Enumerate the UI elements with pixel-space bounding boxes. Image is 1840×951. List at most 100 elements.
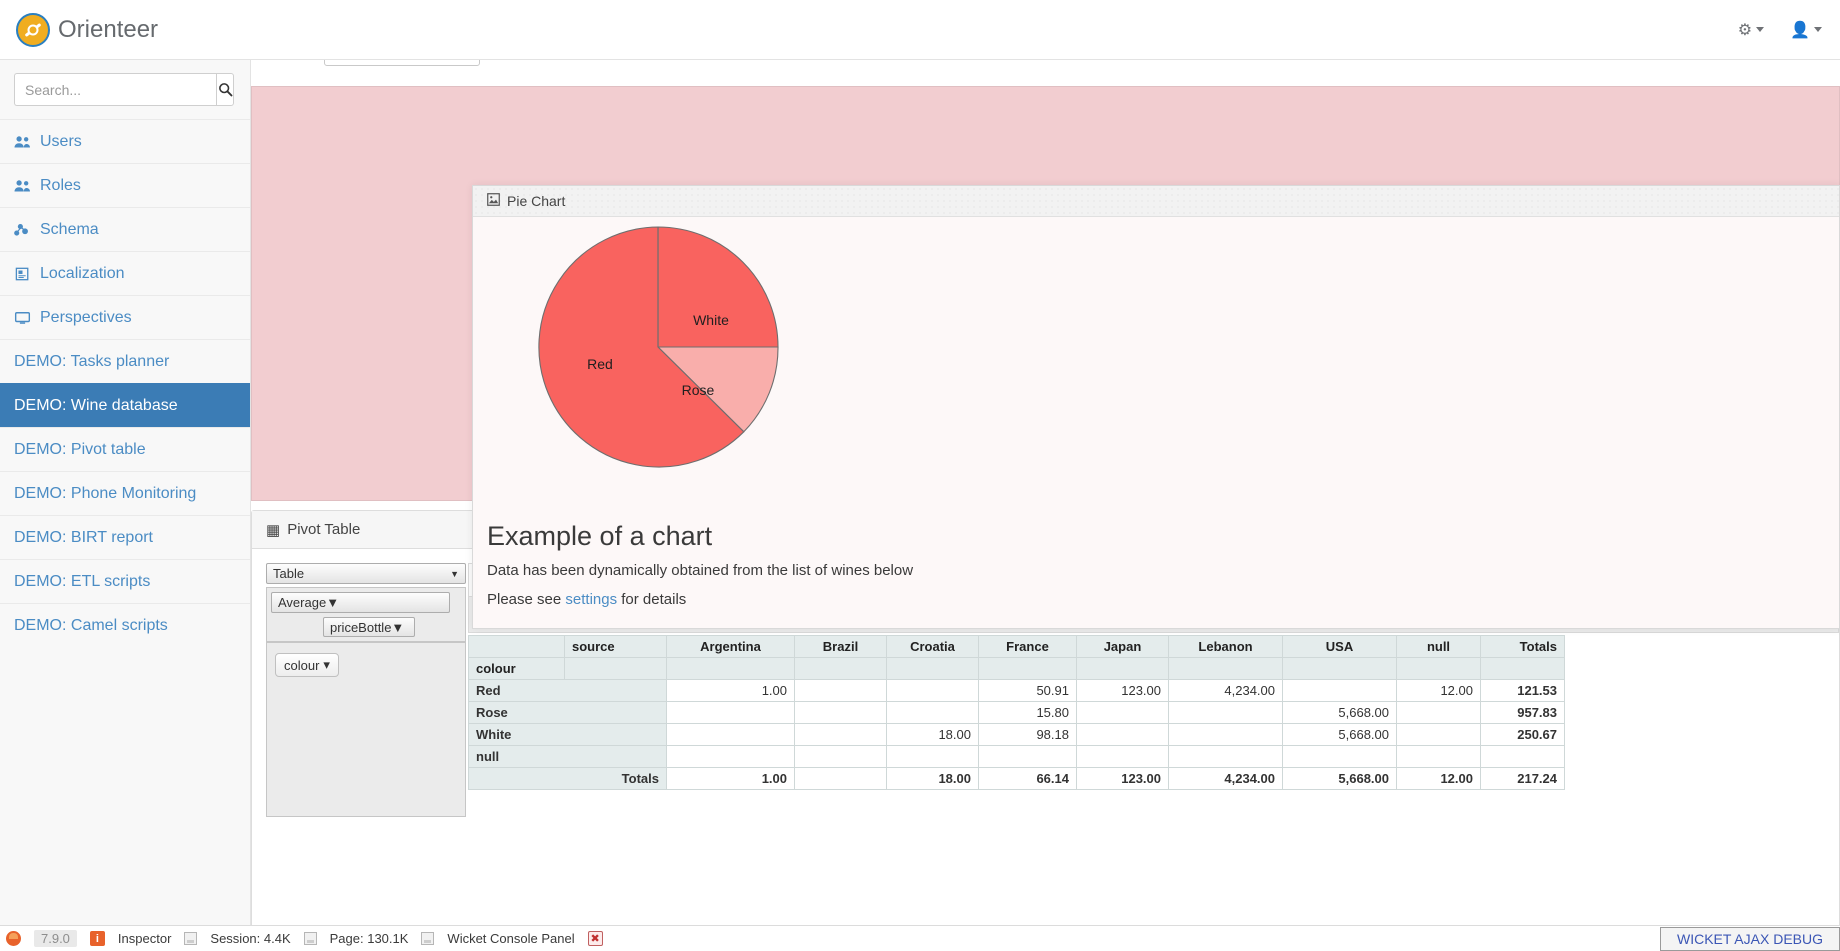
pivot-table-title: ▦ Pivot Table <box>266 521 361 539</box>
pie-chart-modal: Pie Chart White Rose Red Example of a ch… <box>472 185 1840 629</box>
users-icon <box>14 179 31 193</box>
col-header-usa[interactable]: USA <box>1282 635 1397 658</box>
session-size: Session: 4.4K <box>210 931 291 946</box>
cell <box>1076 723 1169 746</box>
cell: 4,234.00 <box>1168 679 1283 702</box>
row-label-white[interactable]: White <box>468 723 667 746</box>
cell <box>794 723 887 746</box>
col-header-brazil[interactable]: Brazil <box>794 635 887 658</box>
search-bar <box>0 60 250 119</box>
aggregator-field-select[interactable]: priceBottle ▼ <box>323 617 415 637</box>
sidebar-item-label: Localization <box>40 264 125 282</box>
corner-col-label: source <box>564 635 667 658</box>
sidebar-item-localization[interactable]: Localization <box>0 251 250 295</box>
sidebar-item-demo-phone-monitoring[interactable]: DEMO: Phone Monitoring <box>0 471 250 515</box>
pie-label-red: Red <box>587 356 613 372</box>
top-bar: Orienteer ⚙ 👤 <box>0 0 1840 60</box>
pie-label-white: White <box>693 312 729 328</box>
col-header-argentina[interactable]: Argentina <box>666 635 795 658</box>
sidebar-item-label: DEMO: Phone Monitoring <box>14 484 197 502</box>
pie-slice-white <box>657 226 779 348</box>
cell <box>1396 723 1481 746</box>
corner-row-label: colour <box>468 657 565 680</box>
cell: 98.18 <box>978 723 1077 746</box>
search-button[interactable] <box>216 73 234 106</box>
sidebar-item-demo-pivot-table[interactable]: DEMO: Pivot table <box>0 427 250 471</box>
row-label-red[interactable]: Red <box>468 679 667 702</box>
cell <box>978 745 1077 768</box>
pie-chart-modal-body: White Rose Red Example of a chart Data h… <box>473 217 1839 629</box>
cell: 5,668.00 <box>1282 701 1397 724</box>
sidebar-item-demo-wine-database[interactable]: DEMO: Wine database <box>0 383 250 427</box>
sidebar-item-perspectives[interactable]: Perspectives <box>0 295 250 339</box>
status-bar: 7.9.0 i Inspector Session: 4.4K Page: 13… <box>0 925 1840 951</box>
table-row: Red 1.00 50.91 123.00 4,234.00 12.00 121… <box>468 679 1565 702</box>
close-icon[interactable]: ✖ <box>587 931 603 946</box>
sidebar-item-demo-tasks-planner[interactable]: DEMO: Tasks planner <box>0 339 250 383</box>
settings-menu[interactable]: ⚙ <box>1738 20 1765 40</box>
row-attribute-pill[interactable]: colour ▾ <box>275 653 339 677</box>
inspector-link[interactable]: Inspector <box>118 931 171 946</box>
sidebar-item-demo-camel-scripts[interactable]: DEMO: Camel scripts <box>0 603 250 647</box>
chart-paragraph-2-prefix: Please see <box>487 591 566 608</box>
brand-title: Orienteer <box>58 15 159 43</box>
row-total: 250.67 <box>1480 723 1565 746</box>
sidebar-item-label: Schema <box>40 220 99 238</box>
chart-paragraph-2-suffix: for details <box>617 591 687 608</box>
sidebar-item-demo-birt-report[interactable]: DEMO: BIRT report <box>0 515 250 559</box>
cell <box>1396 701 1481 724</box>
user-menu[interactable]: 👤 <box>1790 20 1822 40</box>
table-row: Rose 15.80 5,668.00 957.83 <box>468 701 1565 724</box>
blank <box>978 657 1077 680</box>
row-label-null[interactable]: null <box>468 745 667 768</box>
col-header-japan[interactable]: Japan <box>1076 635 1169 658</box>
cell: 1.00 <box>666 679 795 702</box>
caret-down-icon: ▼ <box>391 619 405 635</box>
name-input[interactable] <box>324 60 481 66</box>
chart-paragraph-2: Please see settings for details <box>487 591 1827 608</box>
totals-label: Totals <box>468 767 667 790</box>
cell: 12.00 <box>1396 679 1481 702</box>
page-icon <box>303 932 317 945</box>
col-header-france[interactable]: France <box>978 635 1077 658</box>
console-icon <box>421 932 435 945</box>
row-label-rose[interactable]: Rose <box>468 701 667 724</box>
firefox-icon[interactable] <box>6 931 21 946</box>
brand[interactable]: Orienteer <box>0 12 159 47</box>
aggregator-select[interactable]: Average ▼ <box>271 592 450 613</box>
sidebar-item-label: DEMO: ETL scripts <box>14 572 151 590</box>
cell: 50.91 <box>978 679 1077 702</box>
cell: 15.80 <box>978 701 1077 724</box>
row-total: 121.53 <box>1480 679 1565 702</box>
wicket-icon[interactable]: i <box>89 931 105 946</box>
sidebar-item-users[interactable]: Users <box>0 119 250 163</box>
renderer-select[interactable]: Table ▼ <box>266 563 466 584</box>
compass-icon <box>16 12 50 47</box>
blank <box>1282 657 1397 680</box>
settings-link[interactable]: settings <box>565 591 617 608</box>
caret-down-icon: ▼ <box>326 595 340 610</box>
sidebar-item-label: DEMO: BIRT report <box>14 528 153 546</box>
sitemap-icon <box>14 223 31 237</box>
total-cell: 4,234.00 <box>1168 767 1283 790</box>
row-attribute-zone[interactable]: colour ▾ <box>266 642 466 817</box>
chart-description: Example of a chart Data has been dynamic… <box>487 521 1827 620</box>
table-row: null <box>468 745 1565 768</box>
sidebar-item-roles[interactable]: Roles <box>0 163 250 207</box>
total-cell: 1.00 <box>666 767 795 790</box>
cell <box>1396 745 1481 768</box>
sidebar-item-demo-etl-scripts[interactable]: DEMO: ETL scripts <box>0 559 250 603</box>
col-header-lebanon[interactable]: Lebanon <box>1168 635 1283 658</box>
session-icon <box>184 932 198 945</box>
wicket-console-panel-link[interactable]: Wicket Console Panel <box>447 931 574 946</box>
sidebar-item-schema[interactable]: Schema <box>0 207 250 251</box>
row-total <box>1480 745 1565 768</box>
aggregator-box: Average ▼ priceBottle ▼ <box>266 587 466 642</box>
total-cell: 66.14 <box>978 767 1077 790</box>
col-header-null[interactable]: null <box>1396 635 1481 658</box>
sidebar: Users Roles Schema <box>0 60 251 951</box>
search-input[interactable] <box>14 73 216 106</box>
pivot-data-table: source Argentina Brazil Croatia France J… <box>468 635 1565 790</box>
col-header-croatia[interactable]: Croatia <box>886 635 979 658</box>
wicket-ajax-debug-button[interactable]: WICKET AJAX DEBUG <box>1660 927 1840 951</box>
